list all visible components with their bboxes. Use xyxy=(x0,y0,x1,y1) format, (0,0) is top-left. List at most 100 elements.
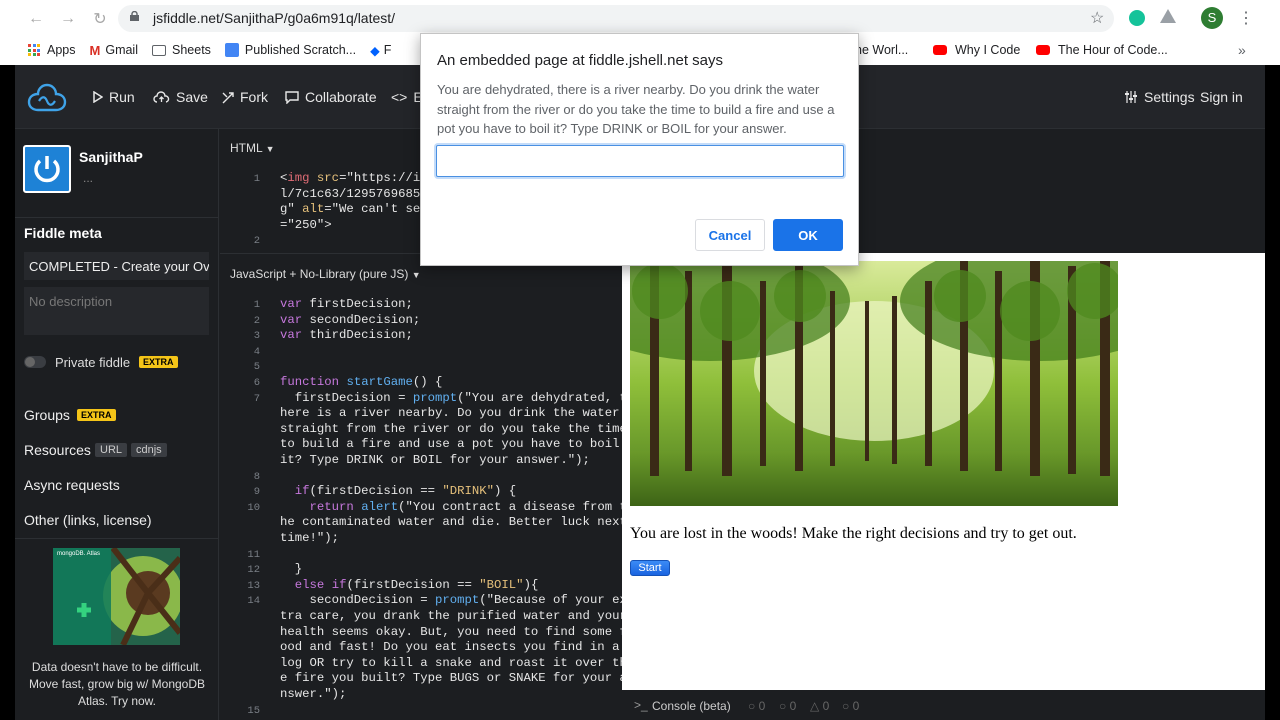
bookmark-label: Why I Code xyxy=(955,43,1021,57)
js-pane-title: JavaScript + No-Library (pure JS) xyxy=(230,267,409,281)
user-avatar[interactable] xyxy=(23,145,71,193)
ad-image[interactable]: mongoDB. Atlas xyxy=(53,548,180,645)
groups-link[interactable]: Groups xyxy=(24,407,70,423)
code-text: <img src="https://i. xyxy=(280,171,428,185)
bookmark-sheets[interactable]: Sheets xyxy=(152,43,211,57)
line-number: 3 xyxy=(253,330,260,343)
code-text: nswer."); xyxy=(280,687,347,701)
signin-button[interactable]: Sign in xyxy=(1200,89,1243,105)
js-pane-header[interactable]: JavaScript + No-Library (pure JS) ▼ xyxy=(230,267,421,281)
user-subtext: ... xyxy=(83,171,94,185)
username[interactable]: SanjithaP xyxy=(79,149,143,165)
code-line: 4 xyxy=(220,344,622,360)
sidebar: SanjithaP ... Fiddle meta COMPLETED - Cr… xyxy=(15,129,219,720)
bookmarks-overflow-icon[interactable]: » xyxy=(1238,42,1246,58)
line-number: 4 xyxy=(253,345,260,358)
dropbox-icon: ◆ xyxy=(370,43,380,58)
async-requests-link[interactable]: Async requests xyxy=(24,477,120,493)
embed-button[interactable]: <> E xyxy=(391,89,423,105)
settings-button[interactable]: Settings xyxy=(1124,89,1195,105)
console-bar[interactable]: >_ Console (beta) ○ 0 ○ 0 △ 0 ○ 0 xyxy=(622,690,1265,720)
code-text: log OR try to kill a snake and roast it … xyxy=(280,655,622,670)
dialog-title: An embedded page at fiddle.jshell.net sa… xyxy=(437,52,724,69)
bookmark-published-scratch[interactable]: Published Scratch... xyxy=(224,43,356,57)
code-text: var secondDecision; xyxy=(280,312,421,327)
cancel-button[interactable]: Cancel xyxy=(695,219,765,251)
code-text: here is a river nearby. Do you drink the… xyxy=(280,406,620,421)
resources-link[interactable]: Resources xyxy=(24,442,91,458)
chat-bubble-icon xyxy=(285,90,299,104)
run-button[interactable]: Run xyxy=(93,89,135,105)
code-line: 6 function startGame() { xyxy=(220,375,622,391)
profile-avatar[interactable]: S xyxy=(1201,7,1223,29)
line-number: 2 xyxy=(253,235,260,248)
code-line: nswer."); xyxy=(220,687,622,703)
warning-count: △ 0 xyxy=(810,699,830,713)
grammarly-icon[interactable] xyxy=(1129,10,1145,26)
private-toggle[interactable] xyxy=(24,356,46,368)
gmail-icon: M xyxy=(89,42,101,58)
terminal-icon: >_ xyxy=(634,698,648,712)
bookmark-world[interactable]: he Worl... xyxy=(855,43,908,57)
ad-text[interactable]: Data doesn't have to be difficult. Move … xyxy=(21,659,213,710)
back-icon[interactable]: ← xyxy=(20,10,52,28)
fiddle-description-input[interactable]: No description xyxy=(24,287,209,335)
docs-icon xyxy=(224,43,239,57)
drive-icon[interactable] xyxy=(1160,9,1176,23)
line-number: 9 xyxy=(253,486,260,499)
url-tag[interactable]: URL xyxy=(95,443,128,457)
js-editor[interactable]: 1 var firstDecision; 2 var secondDecision; 3… xyxy=(220,297,622,720)
line-number: 1 xyxy=(253,173,260,185)
save-button[interactable]: Save xyxy=(153,89,208,105)
bookmark-dropbox[interactable]: ◆ F xyxy=(370,43,391,58)
chevron-down-icon: ▼ xyxy=(265,144,275,154)
fork-label: Fork xyxy=(240,89,268,105)
log-count: ○ 0 xyxy=(748,699,766,713)
url-text: jsfiddle.net/SanjithaP/g0a6m91q/latest/ xyxy=(153,10,396,26)
ad-brand: mongoDB. Atlas xyxy=(57,551,101,557)
lock-icon xyxy=(130,11,139,21)
code-text: return alert("You contract a disease fro… xyxy=(309,499,622,514)
cloud-upload-icon xyxy=(153,91,170,103)
html-pane-header[interactable]: HTML ▼ xyxy=(230,141,275,155)
code-line: 8 xyxy=(220,469,622,485)
bookmark-apps[interactable]: Apps xyxy=(28,43,76,57)
divider xyxy=(15,217,219,218)
other-link[interactable]: Other (links, license) xyxy=(24,512,152,528)
run-label: Run xyxy=(109,89,135,105)
bookmark-hour-of-code[interactable]: The Hour of Code... xyxy=(1036,43,1168,57)
collaborate-button[interactable]: Collaborate xyxy=(285,89,377,105)
count-value: 0 xyxy=(758,699,766,713)
code-text: it? Type DRINK or BOIL for your answer."… xyxy=(280,453,590,467)
fork-button[interactable]: Fork xyxy=(222,89,268,105)
count-value: 0 xyxy=(822,699,830,713)
bookmark-label: F xyxy=(383,43,392,57)
jsfiddle-logo-icon[interactable] xyxy=(25,81,69,113)
count-value: 0 xyxy=(852,699,860,713)
code-line: here is a river nearby. Do you drink the… xyxy=(220,406,622,422)
game-message: You are lost in the woods! Make the righ… xyxy=(630,525,1077,542)
dialog-message: You are dehydrated, there is a river nea… xyxy=(437,82,835,136)
code-line: 7 firstDecision = prompt("You are dehydr… xyxy=(220,391,622,407)
start-button[interactable]: Start xyxy=(630,560,670,576)
divider xyxy=(15,538,219,539)
code-line: straight from the river or do you take t… xyxy=(220,422,622,438)
code-line: 10 return alert("You contract a disease … xyxy=(220,500,622,516)
code-line: 11 xyxy=(220,547,622,563)
fiddle-title-input[interactable]: COMPLETED - Create your Ov xyxy=(24,252,209,280)
forward-icon[interactable]: → xyxy=(52,10,84,28)
bookmark-why-i-code[interactable]: Why I Code xyxy=(933,43,1020,57)
dialog-input[interactable] xyxy=(436,145,844,177)
reload-icon[interactable]: ↻ xyxy=(84,9,116,29)
line-number: 10 xyxy=(247,501,260,514)
extra-badge: EXTRA xyxy=(77,409,116,421)
browser-menu-icon[interactable]: ⋮ xyxy=(1238,8,1254,28)
code-line: 14 secondDecision = prompt("Because of y… xyxy=(220,593,622,609)
line-number: 12 xyxy=(247,564,260,577)
bookmark-label: Apps xyxy=(47,43,76,57)
bookmark-gmail[interactable]: M Gmail xyxy=(90,43,139,58)
line-number: 7 xyxy=(253,392,260,405)
cdnjs-tag[interactable]: cdnjs xyxy=(131,443,167,457)
ok-button[interactable]: OK xyxy=(773,219,843,251)
bookmark-star-icon[interactable]: ☆ xyxy=(1090,8,1104,28)
